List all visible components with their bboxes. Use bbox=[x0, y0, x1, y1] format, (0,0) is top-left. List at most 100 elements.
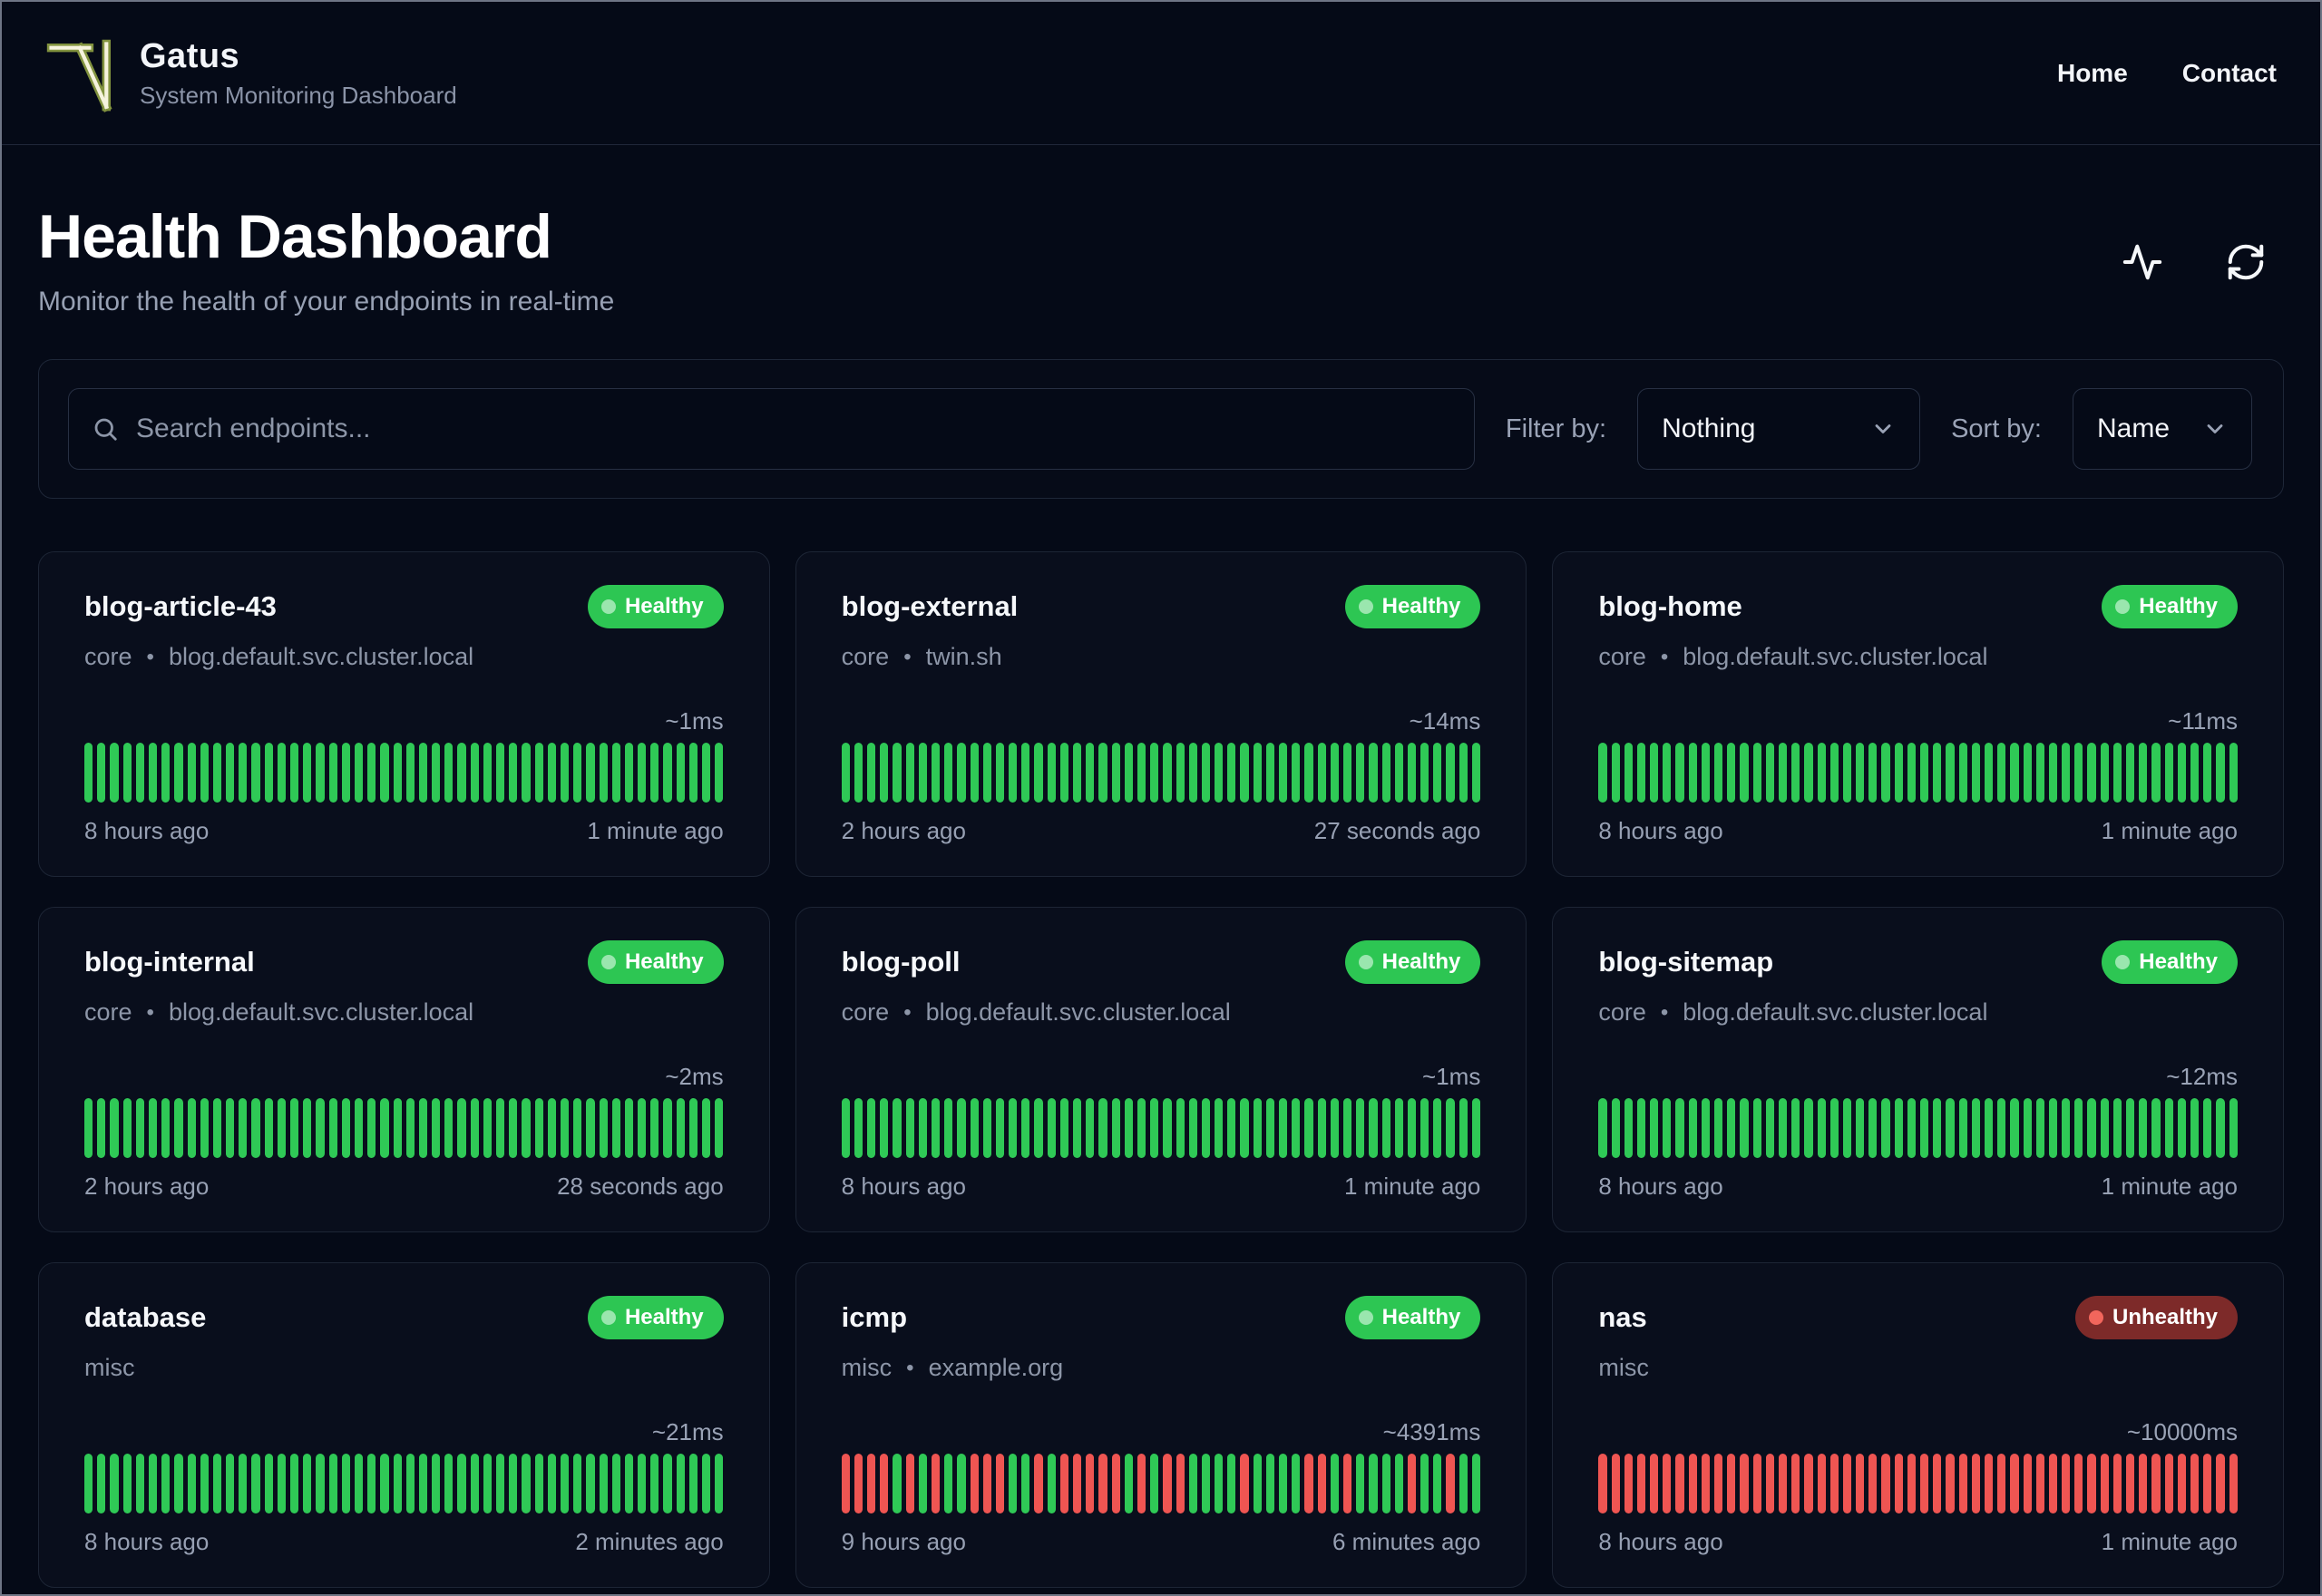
status-bar-success[interactable] bbox=[1446, 1098, 1455, 1158]
status-bar-success[interactable] bbox=[2151, 1098, 2161, 1158]
status-bar-success[interactable] bbox=[1292, 743, 1301, 803]
status-bar-success[interactable] bbox=[444, 1098, 454, 1158]
status-bar-success[interactable] bbox=[122, 1098, 132, 1158]
status-bar-success[interactable] bbox=[1856, 1098, 1865, 1158]
status-bar-failure[interactable] bbox=[1765, 1454, 1774, 1513]
status-bar-success[interactable] bbox=[1111, 1098, 1120, 1158]
status-bar-success[interactable] bbox=[1958, 743, 1967, 803]
status-bar-success[interactable] bbox=[880, 743, 889, 803]
status-bar-success[interactable] bbox=[200, 743, 209, 803]
status-bar-success[interactable] bbox=[2100, 743, 2109, 803]
status-bar-success[interactable] bbox=[1150, 1454, 1159, 1513]
status-bar-success[interactable] bbox=[1176, 1098, 1185, 1158]
status-bar-success[interactable] bbox=[599, 1454, 608, 1513]
status-bar-success[interactable] bbox=[1381, 1454, 1390, 1513]
status-bar-success[interactable] bbox=[1009, 1454, 1018, 1513]
status-bar-success[interactable] bbox=[110, 1098, 119, 1158]
status-bar-failure[interactable] bbox=[1176, 1454, 1185, 1513]
status-bar-success[interactable] bbox=[1701, 1098, 1711, 1158]
status-bar-success[interactable] bbox=[328, 1454, 337, 1513]
status-bar-failure[interactable] bbox=[2177, 1454, 2186, 1513]
status-bar-success[interactable] bbox=[239, 743, 248, 803]
status-bar-success[interactable] bbox=[1636, 1098, 1646, 1158]
status-bar-success[interactable] bbox=[187, 1454, 196, 1513]
status-bar-success[interactable] bbox=[316, 1454, 325, 1513]
status-bar-success[interactable] bbox=[1369, 743, 1378, 803]
status-bar-success[interactable] bbox=[2023, 743, 2032, 803]
status-bar-success[interactable] bbox=[638, 1454, 647, 1513]
status-bar-failure[interactable] bbox=[2151, 1454, 2161, 1513]
status-bar-success[interactable] bbox=[264, 1454, 273, 1513]
status-bar-success[interactable] bbox=[688, 743, 698, 803]
status-bar-success[interactable] bbox=[1369, 1454, 1378, 1513]
status-bar-success[interactable] bbox=[1971, 1098, 1980, 1158]
status-bar-success[interactable] bbox=[624, 743, 634, 803]
status-bar-failure[interactable] bbox=[1727, 1454, 1736, 1513]
status-bar-success[interactable] bbox=[1727, 743, 1736, 803]
status-bar-success[interactable] bbox=[970, 743, 979, 803]
status-bar-success[interactable] bbox=[1829, 743, 1839, 803]
status-bar-success[interactable] bbox=[1317, 743, 1326, 803]
status-bar-success[interactable] bbox=[2112, 1098, 2122, 1158]
status-bar-success[interactable] bbox=[1265, 743, 1275, 803]
status-bar-failure[interactable] bbox=[2164, 1454, 2173, 1513]
status-bar-success[interactable] bbox=[599, 743, 608, 803]
status-bar-success[interactable] bbox=[676, 1098, 685, 1158]
status-bar-success[interactable] bbox=[918, 1098, 927, 1158]
status-bar-success[interactable] bbox=[1227, 1454, 1236, 1513]
endpoint-card-database[interactable]: database Healthy misc ~21ms 8 hours ago … bbox=[38, 1262, 770, 1588]
status-bar-success[interactable] bbox=[1446, 743, 1455, 803]
status-bar-success[interactable] bbox=[944, 1454, 953, 1513]
status-bar-success[interactable] bbox=[1459, 1454, 1468, 1513]
status-bar-success[interactable] bbox=[187, 743, 196, 803]
filter-select[interactable]: Nothing bbox=[1637, 388, 1921, 470]
status-bar-success[interactable] bbox=[161, 1098, 171, 1158]
status-bar-success[interactable] bbox=[496, 1098, 505, 1158]
status-bar-success[interactable] bbox=[893, 743, 902, 803]
status-bar-success[interactable] bbox=[354, 1454, 364, 1513]
status-bar-success[interactable] bbox=[1920, 1098, 1929, 1158]
status-bar-success[interactable] bbox=[470, 743, 479, 803]
status-bar-success[interactable] bbox=[2190, 1098, 2200, 1158]
status-bar-success[interactable] bbox=[702, 1098, 711, 1158]
status-bar-failure[interactable] bbox=[1752, 1454, 1761, 1513]
status-bar-success[interactable] bbox=[367, 1454, 376, 1513]
status-bar-failure[interactable] bbox=[2074, 1454, 2083, 1513]
status-bar-success[interactable] bbox=[1997, 1098, 2006, 1158]
status-bar-success[interactable] bbox=[880, 1098, 889, 1158]
status-bar-success[interactable] bbox=[1663, 743, 1672, 803]
status-bar-failure[interactable] bbox=[1073, 1454, 1082, 1513]
status-bar-success[interactable] bbox=[380, 1454, 389, 1513]
status-bar-success[interactable] bbox=[1881, 1098, 1890, 1158]
status-bar-success[interactable] bbox=[1381, 743, 1390, 803]
status-bar-success[interactable] bbox=[2010, 1098, 2019, 1158]
status-bar-success[interactable] bbox=[251, 1098, 260, 1158]
status-bar-failure[interactable] bbox=[1407, 1454, 1417, 1513]
status-bar-success[interactable] bbox=[1163, 743, 1172, 803]
status-bar-success[interactable] bbox=[2164, 1098, 2173, 1158]
status-bar-success[interactable] bbox=[110, 743, 119, 803]
status-bar-success[interactable] bbox=[432, 1098, 441, 1158]
status-bar-success[interactable] bbox=[187, 1098, 196, 1158]
status-bar-success[interactable] bbox=[2216, 1098, 2225, 1158]
status-bar-success[interactable] bbox=[1227, 1098, 1236, 1158]
status-bar-success[interactable] bbox=[1034, 1098, 1043, 1158]
status-bar-success[interactable] bbox=[560, 1098, 570, 1158]
status-bar-success[interactable] bbox=[931, 1098, 941, 1158]
status-bar-success[interactable] bbox=[470, 1098, 479, 1158]
status-bar-success[interactable] bbox=[290, 743, 299, 803]
status-bar-failure[interactable] bbox=[982, 1454, 991, 1513]
status-bar-success[interactable] bbox=[611, 1098, 620, 1158]
status-bar-success[interactable] bbox=[1701, 743, 1711, 803]
status-bar-success[interactable] bbox=[2203, 1098, 2212, 1158]
status-bar-success[interactable] bbox=[1047, 1098, 1056, 1158]
status-bar-success[interactable] bbox=[97, 1454, 106, 1513]
status-bar-failure[interactable] bbox=[2062, 1454, 2071, 1513]
status-bar-success[interactable] bbox=[1881, 743, 1890, 803]
status-bar-success[interactable] bbox=[1459, 743, 1468, 803]
endpoint-card-blog-internal[interactable]: blog-internal Healthy core • blog.defaul… bbox=[38, 907, 770, 1232]
endpoint-card-blog-article-43[interactable]: blog-article-43 Healthy core • blog.defa… bbox=[38, 551, 770, 877]
status-bar-success[interactable] bbox=[624, 1454, 634, 1513]
status-bar-success[interactable] bbox=[1215, 1098, 1224, 1158]
status-bar-success[interactable] bbox=[715, 743, 724, 803]
